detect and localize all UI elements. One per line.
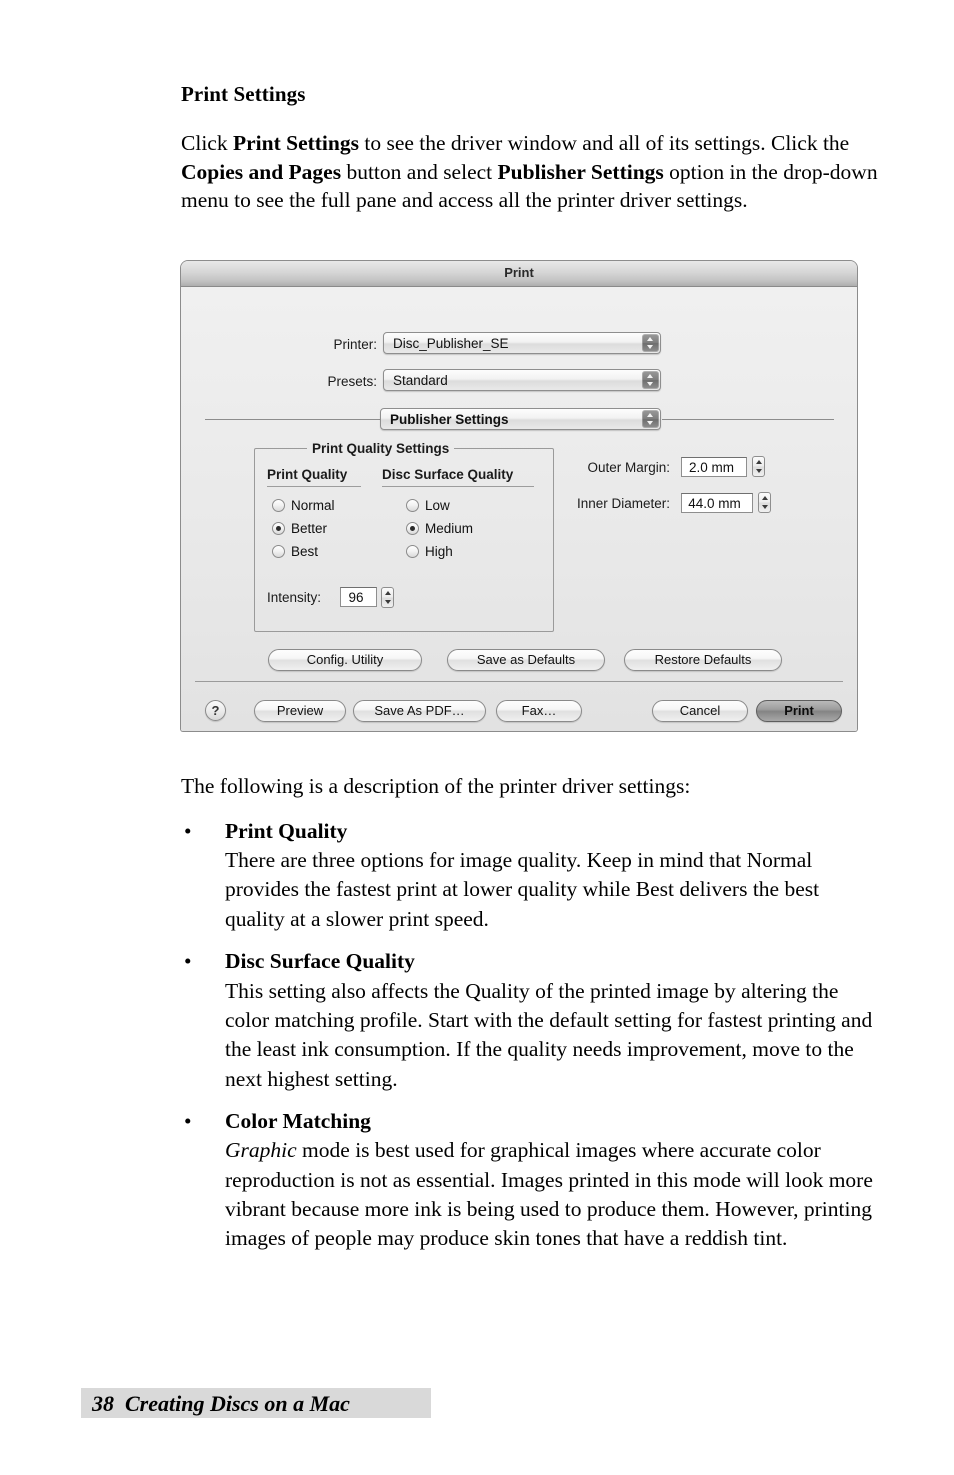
inner-diameter-stepper[interactable] xyxy=(758,492,771,513)
bullet-marker: • xyxy=(184,949,192,974)
help-button[interactable]: ? xyxy=(205,700,226,721)
cancel-button[interactable]: Cancel xyxy=(652,700,748,722)
printer-value: Disc_Publisher_SE xyxy=(393,336,509,351)
radio-icon-selected xyxy=(272,522,285,535)
outer-margin-field[interactable]: 2.0 mm xyxy=(681,457,747,477)
disc-surface-quality-header-rule xyxy=(382,486,534,487)
bottom-separator xyxy=(195,681,843,682)
presets-popup[interactable]: Standard xyxy=(383,369,661,391)
radio-icon xyxy=(406,499,419,512)
radio-icon xyxy=(272,499,285,512)
radio-icon xyxy=(272,545,285,558)
outer-margin-label: Outer Margin: xyxy=(587,460,670,475)
bullet-title: Disc Surface Quality xyxy=(225,949,415,974)
intro-part-1: Print Settings xyxy=(232,131,359,155)
dialog-titlebar: Print xyxy=(181,261,857,287)
bullet-body-rest: mode is best used for graphical images w… xyxy=(225,1138,873,1251)
save-as-pdf-button[interactable]: Save As PDF… xyxy=(353,700,486,722)
chevron-updown-icon xyxy=(642,334,659,352)
description-column: The following is a description of the pr… xyxy=(181,772,881,1267)
bullet-title: Color Matching xyxy=(225,1108,371,1133)
printer-popup[interactable]: Disc_Publisher_SE xyxy=(383,332,661,354)
chevron-updown-icon xyxy=(642,371,659,389)
inner-diameter-label: Inner Diameter: xyxy=(576,496,670,511)
bullet-marker: • xyxy=(184,1108,192,1133)
dialog-title: Print xyxy=(504,265,534,280)
presets-value: Standard xyxy=(393,373,448,388)
radio-label: Best xyxy=(291,544,319,559)
page-title: Print Settings xyxy=(181,82,306,106)
print-quality-column-header: Print Quality xyxy=(267,467,348,482)
pane-rule-right xyxy=(662,419,834,420)
intensity-stepper[interactable] xyxy=(381,587,394,608)
inner-diameter-field[interactable]: 44.0 mm xyxy=(681,493,753,513)
print-quality-settings-title: Print Quality Settings xyxy=(307,441,455,456)
bullet-disc-surface-quality: • Disc Surface Quality This setting also… xyxy=(181,947,881,1094)
intensity-field[interactable]: 96 xyxy=(340,587,377,607)
restore-defaults-button[interactable]: Restore Defaults xyxy=(624,649,782,671)
radio-label: High xyxy=(425,544,453,559)
intro-part-3: Copies and Pages xyxy=(181,159,342,184)
printer-label: Printer: xyxy=(333,337,377,352)
bullet-title: Print Quality xyxy=(225,818,348,843)
bullet-body-mixed: Graphic mode is best used for graphical … xyxy=(225,1136,881,1253)
radio-label: Normal xyxy=(291,498,335,513)
chevron-updown-icon xyxy=(642,410,659,428)
intro-part-0: Click xyxy=(181,131,233,155)
outer-margin-value: 2.0 mm xyxy=(688,460,734,475)
disc-surface-quality-column-header: Disc Surface Quality xyxy=(382,467,514,482)
bullet-body: There are three options for image qualit… xyxy=(225,848,820,931)
intensity-value: 96 xyxy=(348,590,364,605)
pane-rule-left xyxy=(205,419,380,420)
print-dialog: Print Printer: Disc_Publisher_SE Presets… xyxy=(181,261,857,731)
outer-margin-stepper[interactable] xyxy=(752,456,765,477)
radio-label: Low xyxy=(425,498,450,513)
preview-button[interactable]: Preview xyxy=(254,700,346,722)
lead-line: The following is a description of the pr… xyxy=(181,774,691,798)
intro-part-4: button and select xyxy=(341,159,498,184)
intro-part-2: to see the driver window and all of its … xyxy=(358,131,850,155)
intensity-label: Intensity: xyxy=(267,590,322,605)
print-button[interactable]: Print xyxy=(756,700,842,722)
inner-diameter-value: 44.0 mm xyxy=(688,496,741,511)
dialog-body: Printer: Disc_Publisher_SE Presets: Stan… xyxy=(181,287,857,731)
document-page: Print Settings Click Print Settings to s… xyxy=(0,0,954,1475)
print-quality-header-rule xyxy=(267,486,361,487)
radio-label: Medium xyxy=(425,521,474,536)
bullet-color-matching: • Color Matching Graphic mode is best us… xyxy=(181,1107,881,1254)
intro-text-column: Print Settings Click Print Settings to s… xyxy=(181,82,881,215)
config-utility-button[interactable]: Config. Utility xyxy=(268,649,422,671)
bullet-body: This setting also affects the Quality of… xyxy=(225,978,873,1091)
presets-label: Presets: xyxy=(327,374,377,389)
bullet-marker: • xyxy=(184,818,192,843)
save-as-defaults-button[interactable]: Save as Defaults xyxy=(447,649,605,671)
intro-part-5: Publisher Settings xyxy=(497,159,664,184)
fax-button[interactable]: Fax… xyxy=(496,700,582,722)
intro-paragraph: Click Print Settings to see the driver w… xyxy=(181,129,881,215)
bullet-print-quality: • Print Quality There are three options … xyxy=(181,817,881,934)
radio-label: Better xyxy=(291,521,328,536)
pane-popup[interactable]: Publisher Settings xyxy=(380,408,661,430)
footer-text: 38 Creating Discs on a Mac xyxy=(92,1391,350,1416)
radio-icon-selected xyxy=(406,522,419,535)
pane-popup-value: Publisher Settings xyxy=(390,412,509,427)
radio-icon xyxy=(406,545,419,558)
bullet-body-italic-lead: Graphic xyxy=(225,1138,297,1163)
